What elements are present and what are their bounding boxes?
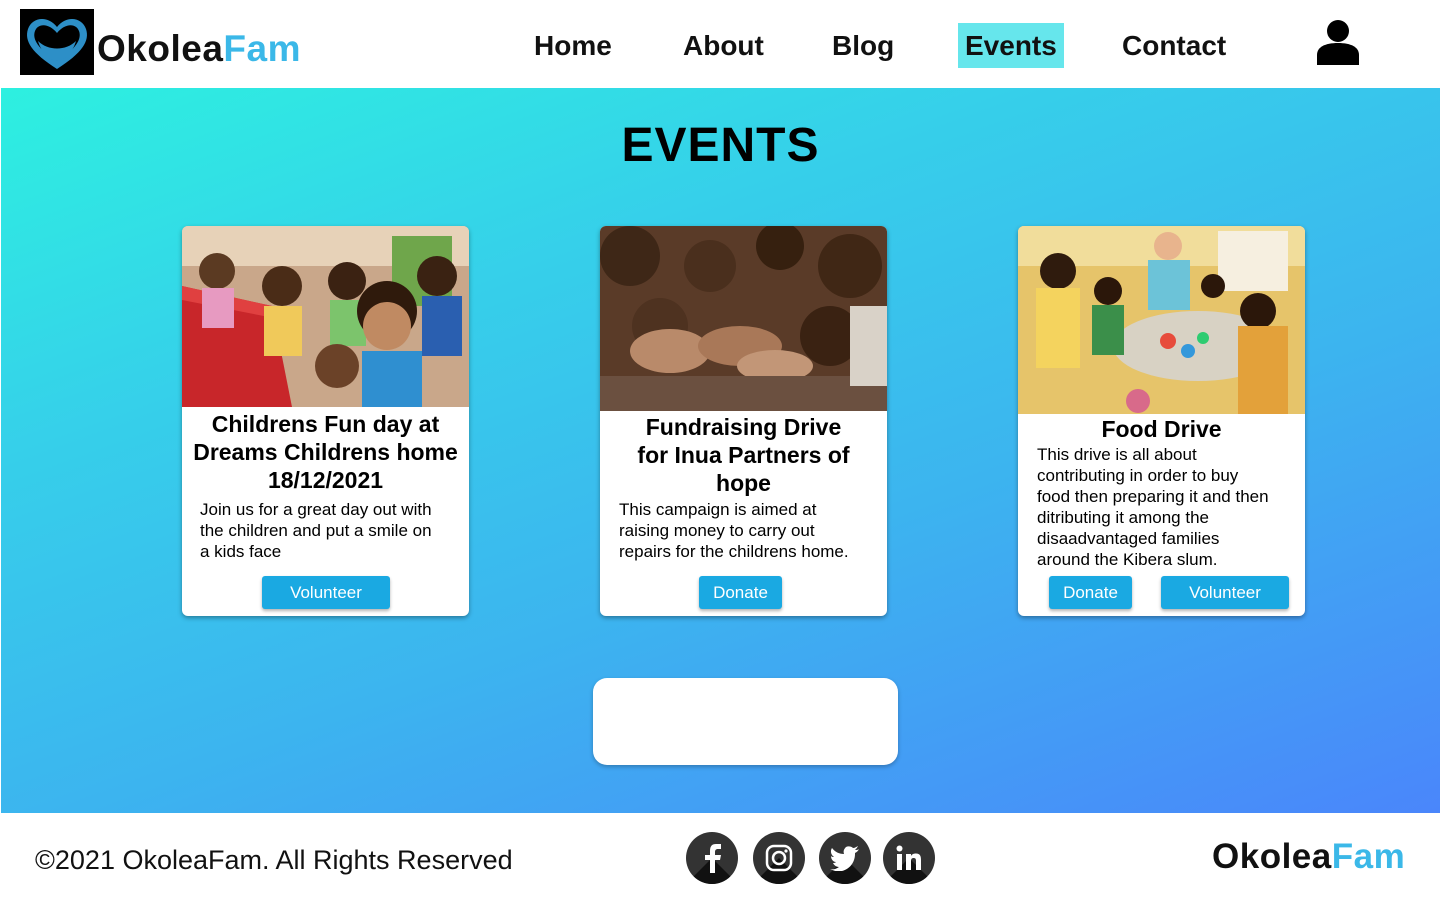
logo[interactable] [20,9,94,75]
event-description-line: around the Kibera slum. [1037,550,1218,569]
nav-about[interactable]: About [683,23,764,68]
event-title: Fundraising Drive for Inua Partners of h… [600,413,887,497]
event-description: This drive is all about contributing in … [1037,444,1299,570]
event-title-line: Dreams Childrens home [193,439,458,465]
nav-events[interactable]: Events [958,23,1064,68]
nav-contact[interactable]: Contact [1122,23,1226,68]
event-description-line: Join us for a great day out with [200,500,432,519]
event-description-line: repairs for the childrens home. [619,542,849,561]
event-description-line: This campaign is aimed at [619,500,817,519]
page-title: EVENTS [621,119,820,172]
event-description-line: raising money to carry out [619,521,815,540]
event-description-line: This drive is all about [1037,445,1197,464]
site-footer: ©2021 OkoleaFam. All Rights Reserved Oko… [0,813,1440,901]
twitter-icon[interactable] [819,832,871,884]
event-title-line: for Inua Partners of [637,442,850,468]
donate-button[interactable]: Donate [1049,576,1132,609]
event-card: Childrens Fun day at Dreams Childrens ho… [182,226,469,616]
events-section: EVENTS Childrens Fun day at Dreams Child… [1,88,1440,813]
footer-brand[interactable]: OkoleaFam [1212,837,1405,877]
event-description-line: ditributing it among the [1037,508,1209,527]
event-description-line: food then preparing it and then [1037,487,1269,506]
event-title: Childrens Fun day at Dreams Childrens ho… [182,410,469,494]
footer-brand-main: Okolea [1212,837,1332,876]
event-title: Food Drive [1101,416,1222,442]
children-painting-photo [1018,226,1305,414]
copyright-text: ©2021 OkoleaFam. All Rights Reserved [35,845,513,875]
children-reading-photo [182,226,469,407]
empty-panel[interactable] [593,678,898,765]
heart-hands-icon [27,18,87,69]
facebook-icon[interactable] [686,832,738,884]
linkedin-icon[interactable] [883,832,935,884]
donate-button[interactable]: Donate [699,576,782,609]
event-card: Food Drive This drive is all about contr… [1018,226,1305,616]
event-description-line: disaadvantaged families [1037,529,1220,548]
nav-home[interactable]: Home [534,23,612,68]
children-hands-photo [600,226,887,411]
footer-brand-accent: Fam [1331,837,1406,876]
event-description-line: contributing in order to buy [1037,466,1239,485]
event-description: Join us for a great day out with the chi… [200,499,462,562]
event-title-line: hope [716,470,771,496]
brand-name[interactable]: OkoleaFam [97,28,301,70]
volunteer-button[interactable]: Volunteer [1161,576,1289,609]
instagram-icon[interactable] [753,832,805,884]
site-header: OkoleaFam Home About Blog Events Contact [0,0,1440,88]
event-card: Fundraising Drive for Inua Partners of h… [600,226,887,616]
event-description-line: a kids face [200,542,282,561]
event-description: This campaign is aimed at raising money … [619,499,881,562]
event-title-line: Childrens Fun day at [211,411,440,437]
nav-blog[interactable]: Blog [832,23,894,68]
user-icon[interactable] [1317,19,1359,65]
brand-accent: Fam [223,28,301,69]
volunteer-button[interactable]: Volunteer [262,576,390,609]
brand-main: Okolea [97,28,224,69]
event-title-line: Fundraising Drive [645,414,842,440]
event-title-line: 18/12/2021 [267,467,384,493]
event-description-line: the children and put a smile on [200,521,432,540]
